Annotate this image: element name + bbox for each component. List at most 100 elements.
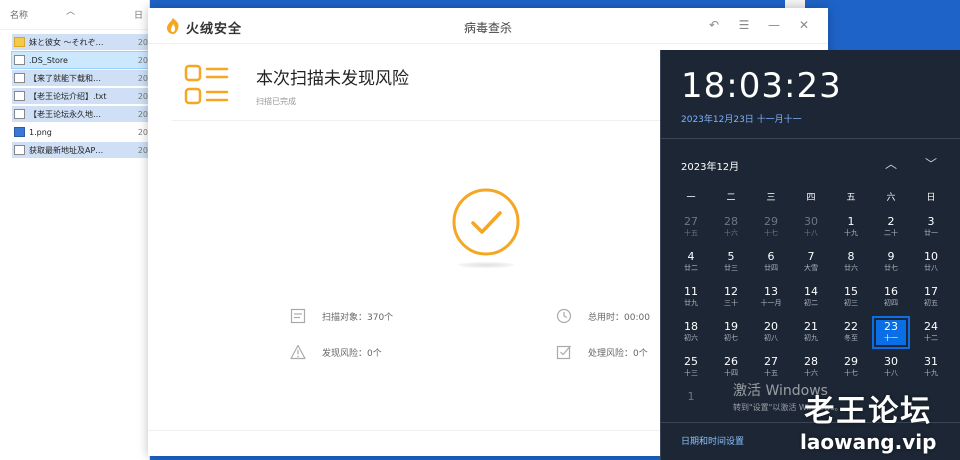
calendar-day[interactable]: 13 十一月 <box>751 280 791 315</box>
calendar-day[interactable]: 10 廿八 <box>911 245 951 280</box>
calendar-day[interactable]: 30 十八 <box>871 350 911 385</box>
close-icon[interactable]: ✕ <box>796 17 812 33</box>
calendar-day[interactable]: 5 廿三 <box>711 245 751 280</box>
lunar-date: 十七 <box>844 369 858 377</box>
menu-icon[interactable]: ☰ <box>736 17 752 33</box>
calendar-day[interactable]: 30 十八 <box>791 210 831 245</box>
calendar-day[interactable]: 3 廿一 <box>911 210 951 245</box>
calendar-day[interactable]: 1 十九 <box>831 210 871 245</box>
day-number: 18 <box>684 320 698 333</box>
calendar-day[interactable]: 16 初四 <box>871 280 911 315</box>
next-month-icon[interactable]: ﹀ <box>921 154 941 174</box>
file-icon <box>14 145 25 155</box>
lunar-date: 初八 <box>764 334 778 342</box>
calendar-day[interactable]: 11 廿九 <box>671 280 711 315</box>
day-number: 21 <box>804 320 818 333</box>
watermark-title: 老王论坛 <box>804 394 933 429</box>
day-number: 9 <box>887 250 895 263</box>
calendar-day[interactable]: 25 十三 <box>671 350 711 385</box>
file-row[interactable]: 妹と彼女 ～それぞ… 20 <box>12 34 148 50</box>
calendar-day-today[interactable]: 23 十一 <box>871 315 911 350</box>
file-date: 20 <box>137 109 148 119</box>
calendar-day[interactable]: 19 初七 <box>711 315 751 350</box>
calendar-day[interactable]: 2 二十 <box>871 210 911 245</box>
lunar-date: 十四 <box>724 369 738 377</box>
stat-total-time: 总用时：00:00 <box>556 308 650 324</box>
calendar-day[interactable]: 14 初二 <box>791 280 831 315</box>
file-row[interactable]: 1.png 20 <box>12 124 148 140</box>
calendar-day[interactable]: 8 廿六 <box>831 245 871 280</box>
lunar-date: 三十 <box>724 299 738 307</box>
weekday-header: 一二三四五六日 <box>671 190 951 203</box>
day-number: 25 <box>684 355 698 368</box>
lunar-date: 十一月 <box>760 299 782 307</box>
day-number: 20 <box>764 320 778 333</box>
file-row[interactable]: 获取最新地址及AP… 20 <box>12 142 148 158</box>
file-row[interactable]: 【来了就能下载和… 20 <box>12 70 148 86</box>
day-number: 7 <box>807 250 815 263</box>
column-name-header[interactable]: 名称 <box>10 8 28 21</box>
check-shadow <box>458 262 514 268</box>
calendar-day[interactable]: 24 十二 <box>911 315 951 350</box>
back-icon[interactable]: ↶ <box>706 17 722 33</box>
calendar-day[interactable]: 7 大雪 <box>791 245 831 280</box>
previous-month-icon[interactable]: ︿ <box>881 154 901 174</box>
lunar-date: 十九 <box>844 229 858 237</box>
lunar-date: 廿七 <box>884 264 898 272</box>
day-number: 22 <box>844 320 858 333</box>
lunar-date: 廿三 <box>724 264 738 272</box>
lunar-date: 廿六 <box>844 264 858 272</box>
calendar-day[interactable]: 9 廿七 <box>871 245 911 280</box>
calendar-day[interactable]: 22 冬至 <box>831 315 871 350</box>
file-row[interactable]: .DS_Store 20 <box>11 51 149 69</box>
day-number: 13 <box>764 285 778 298</box>
result-subtitle: 扫描已完成 <box>256 97 296 106</box>
calendar-day[interactable]: 20 初八 <box>751 315 791 350</box>
calendar-day[interactable]: 18 初六 <box>671 315 711 350</box>
file-date: 20 <box>137 127 148 137</box>
lunar-date: 十七 <box>764 229 778 237</box>
lunar-date: 初四 <box>884 299 898 307</box>
file-name: 妹と彼女 ～それぞ… <box>29 37 104 47</box>
lunar-date: 初六 <box>684 334 698 342</box>
folder-icon <box>14 37 25 47</box>
forum-watermark: 老王论坛 laowang.vip <box>800 386 936 454</box>
file-name: 【老王论坛介绍】.txt <box>29 91 107 101</box>
calendar-day[interactable]: 21 初九 <box>791 315 831 350</box>
lunar-date: 十五 <box>764 369 778 377</box>
calendar-day[interactable]: 15 初三 <box>831 280 871 315</box>
lunar-date: 十八 <box>884 369 898 377</box>
calendar-day[interactable]: 1 <box>671 385 711 420</box>
day-number: 15 <box>844 285 858 298</box>
calendar-day[interactable]: 4 廿二 <box>671 245 711 280</box>
lunar-date: 十一 <box>884 334 898 342</box>
weekday-label: 二 <box>726 193 736 203</box>
date-time-settings-link[interactable]: 日期和时间设置 <box>681 434 744 447</box>
lunar-date: 廿二 <box>684 264 698 272</box>
scan-objects-text: 扫描对象：370个 <box>322 312 394 323</box>
day-number: 28 <box>804 355 818 368</box>
warning-icon <box>290 344 306 360</box>
clock-date-link[interactable]: 2023年12月23日 十一月十一 <box>681 112 802 125</box>
day-number: 24 <box>924 320 938 333</box>
calendar-day[interactable]: 31 十九 <box>911 350 951 385</box>
file-row[interactable]: 【老王论坛永久地… 20 <box>12 106 148 122</box>
calendar-day[interactable]: 6 廿四 <box>751 245 791 280</box>
calendar-day[interactable]: 29 十七 <box>751 210 791 245</box>
calendar-day[interactable]: 12 三十 <box>711 280 751 315</box>
day-number: 30 <box>884 355 898 368</box>
result-title: 本次扫描未发现风险 <box>256 69 409 89</box>
lunar-date: 初三 <box>844 299 858 307</box>
calendar-day[interactable]: 28 十六 <box>711 210 751 245</box>
lunar-date: 冬至 <box>844 334 858 342</box>
day-number: 28 <box>724 215 738 228</box>
file-row[interactable]: 【老王论坛介绍】.txt 20 <box>12 88 148 104</box>
month-label[interactable]: 2023年12月 <box>681 158 739 173</box>
calendar-day[interactable]: 17 初五 <box>911 280 951 315</box>
calendar-day[interactable]: 27 十五 <box>671 210 711 245</box>
column-date-header[interactable]: 日 <box>134 8 143 21</box>
minimize-icon[interactable]: — <box>766 17 782 33</box>
lunar-date: 初九 <box>804 334 818 342</box>
file-date: 20 <box>137 91 148 101</box>
stat-scan-objects: 扫描对象：370个 <box>290 308 393 324</box>
